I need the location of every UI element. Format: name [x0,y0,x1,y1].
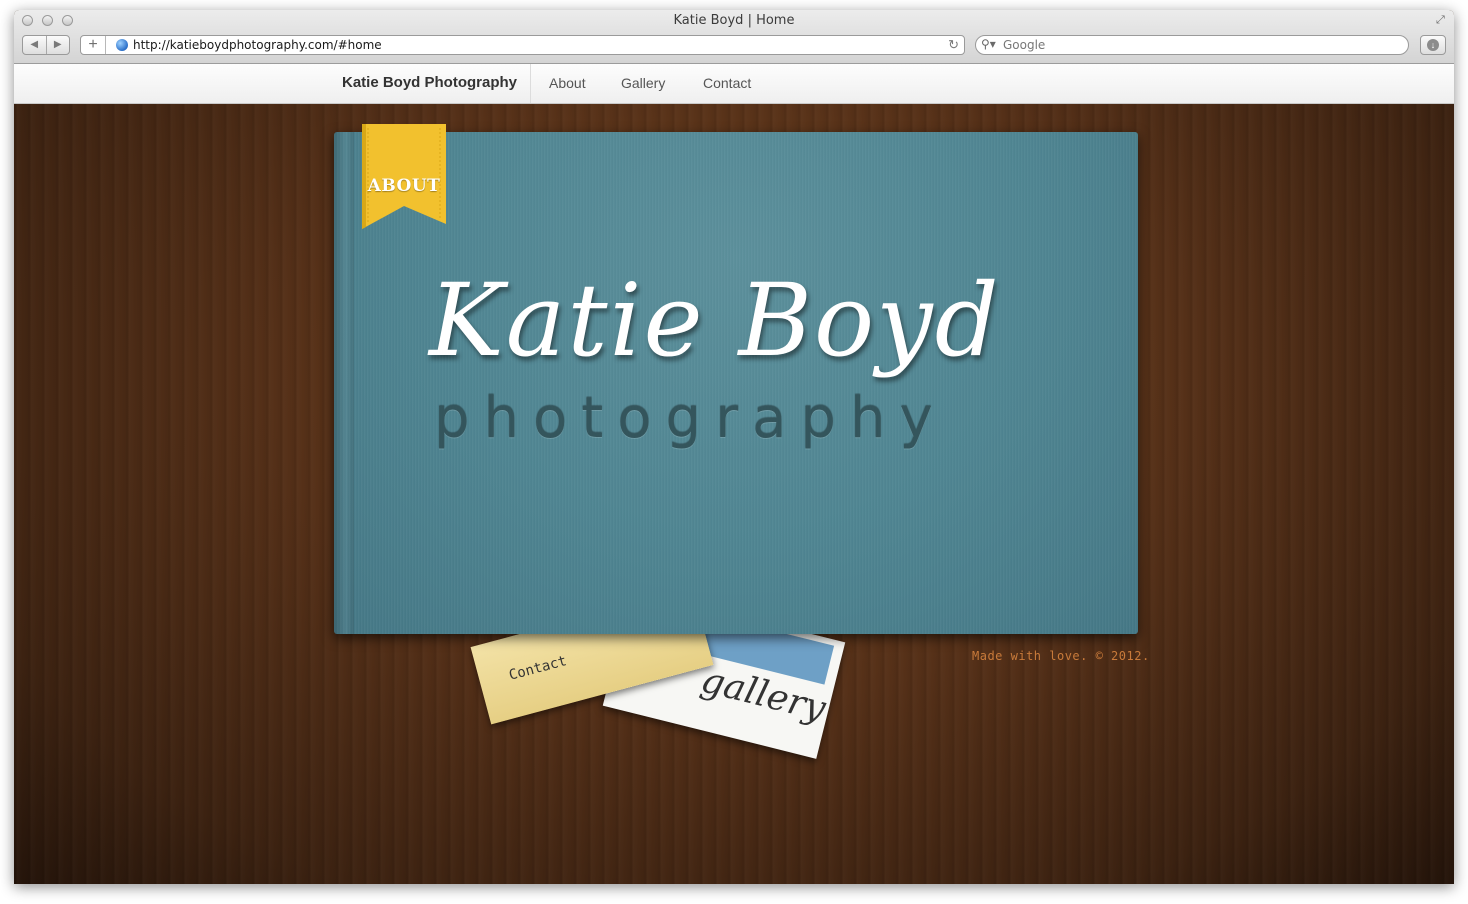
browser-window: Katie Boyd | Home ⤢ ◀ ▶ + http://katiebo… [14,10,1454,884]
url-text[interactable]: http://katieboydphotography.com/#home [133,38,382,52]
site-navbar: Katie Boyd Photography About Gallery Con… [14,64,1454,104]
history-nav-buttons: ◀ ▶ [22,35,70,55]
site-brand[interactable]: Katie Boyd Photography [342,74,517,91]
footer-note: Made with love. © 2012. [972,649,1150,663]
page-content: gallery Contact ABOUT Katie Boyd photogr… [14,104,1454,884]
ribbon-label: ABOUT [367,176,441,196]
download-icon: ↓ [1427,39,1439,51]
back-icon[interactable]: ◀ [23,36,47,54]
nav-divider [530,64,531,103]
hero-title: Katie Boyd [429,262,1001,379]
search-input[interactable]: ⚲▾ Google [975,35,1409,55]
globe-icon [116,39,128,51]
window-title: Katie Boyd | Home [673,13,795,28]
nav-link-gallery[interactable]: Gallery [621,75,665,91]
search-placeholder: Google [1003,38,1046,52]
downloads-button[interactable]: ↓ [1420,35,1446,55]
browser-chrome: Katie Boyd | Home ⤢ ◀ ▶ + http://katiebo… [14,10,1454,64]
search-icon: ⚲▾ [981,37,996,51]
address-bar[interactable]: + http://katieboydphotography.com/#home … [80,35,965,55]
add-tab-icon[interactable]: + [81,36,106,54]
contact-card-label: Contact [507,653,569,684]
forward-icon[interactable]: ▶ [47,36,70,54]
reload-icon[interactable]: ↻ [948,37,959,53]
nav-link-contact[interactable]: Contact [703,75,751,91]
fullscreen-icon[interactable]: ⤢ [1436,14,1448,26]
gallery-card-label: gallery [697,659,830,730]
book-spine [334,132,354,634]
hero-subtitle: photography [434,386,947,451]
nav-link-about[interactable]: About [549,75,586,91]
hero-book [334,132,1138,634]
